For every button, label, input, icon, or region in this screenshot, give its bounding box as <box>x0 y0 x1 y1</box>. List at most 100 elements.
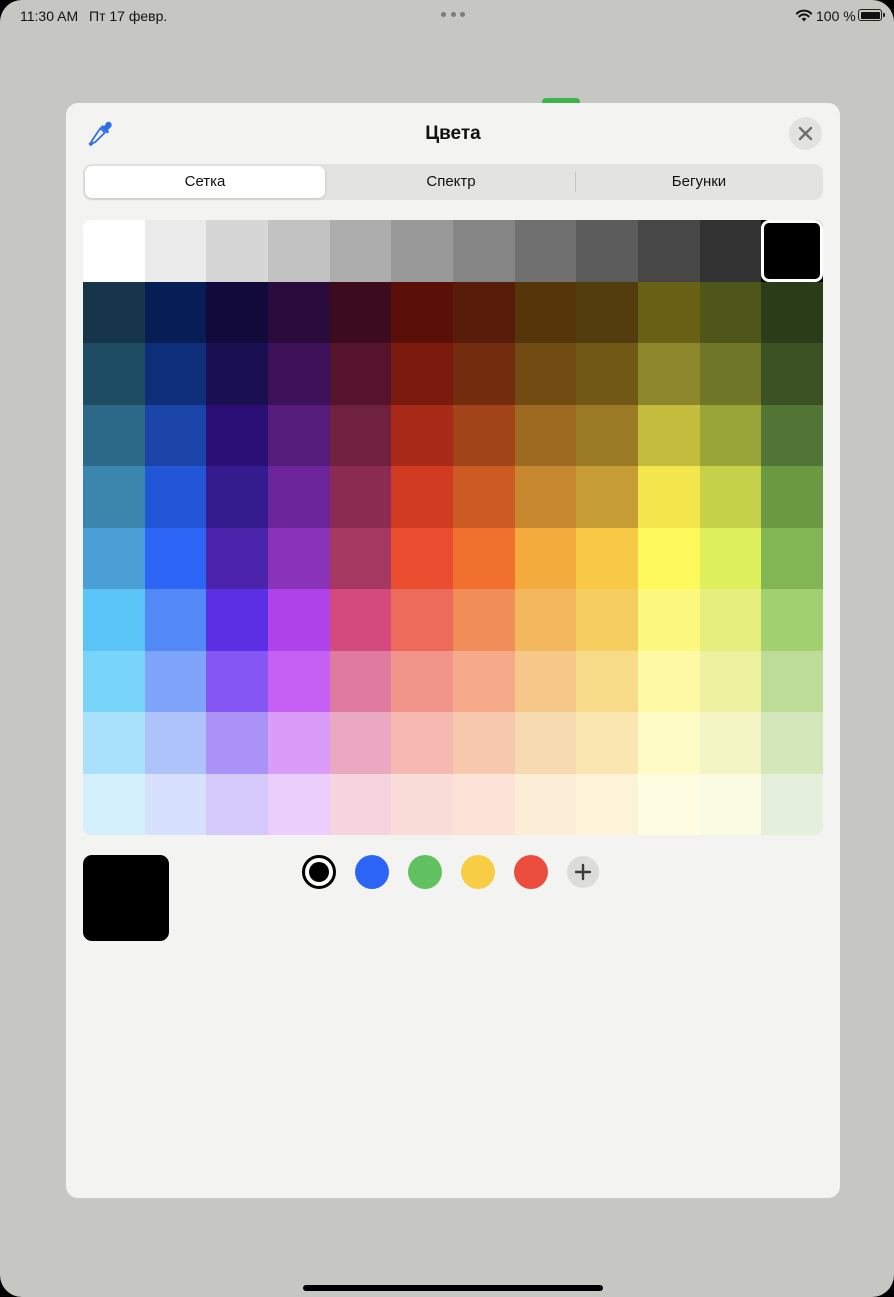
color-cell[interactable] <box>699 220 762 283</box>
add-favorite-button[interactable] <box>567 856 599 888</box>
tab-spectrum[interactable]: Спектр <box>329 166 573 198</box>
color-cell[interactable] <box>638 404 701 467</box>
color-cell[interactable] <box>699 650 762 713</box>
color-cell[interactable] <box>144 343 207 406</box>
color-cell[interactable] <box>453 220 516 283</box>
color-cell[interactable] <box>268 712 331 775</box>
color-cell[interactable] <box>453 527 516 590</box>
color-cell[interactable] <box>329 712 392 775</box>
color-cell[interactable] <box>761 650 823 713</box>
color-cell[interactable] <box>453 712 516 775</box>
color-cell[interactable] <box>268 589 331 652</box>
color-cell[interactable] <box>391 712 454 775</box>
color-cell[interactable] <box>699 712 762 775</box>
color-cell[interactable] <box>206 773 269 835</box>
color-cell[interactable] <box>576 343 639 406</box>
color-cell[interactable] <box>391 281 454 344</box>
color-cell[interactable] <box>453 281 516 344</box>
color-cell[interactable] <box>83 773 146 835</box>
color-cell[interactable] <box>699 343 762 406</box>
color-cell[interactable] <box>638 773 701 835</box>
color-cell[interactable] <box>761 281 823 344</box>
color-cell[interactable] <box>514 773 577 835</box>
color-cell[interactable] <box>268 466 331 529</box>
color-cell[interactable] <box>514 712 577 775</box>
color-cell[interactable] <box>576 220 639 283</box>
color-cell[interactable] <box>576 650 639 713</box>
tab-sliders[interactable]: Бегунки <box>577 166 821 198</box>
tab-grid[interactable]: Сетка <box>85 166 325 198</box>
color-cell[interactable] <box>206 712 269 775</box>
color-cell[interactable] <box>83 466 146 529</box>
color-cell[interactable] <box>206 589 269 652</box>
color-cell[interactable] <box>206 527 269 590</box>
color-cell[interactable] <box>83 589 146 652</box>
color-cell[interactable] <box>268 527 331 590</box>
color-cell[interactable] <box>391 527 454 590</box>
color-cell[interactable] <box>83 343 146 406</box>
color-cell[interactable] <box>514 589 577 652</box>
color-cell[interactable] <box>638 466 701 529</box>
color-cell[interactable] <box>576 773 639 835</box>
color-cell[interactable] <box>638 589 701 652</box>
color-cell[interactable] <box>699 773 762 835</box>
color-cell[interactable] <box>83 404 146 467</box>
color-cell[interactable] <box>699 527 762 590</box>
color-cell[interactable] <box>638 281 701 344</box>
color-cell[interactable] <box>329 589 392 652</box>
color-cell[interactable] <box>391 650 454 713</box>
color-cell[interactable] <box>83 281 146 344</box>
color-cell[interactable] <box>453 773 516 835</box>
color-cell[interactable] <box>699 466 762 529</box>
color-cell[interactable] <box>514 343 577 406</box>
color-cell[interactable] <box>329 404 392 467</box>
color-cell[interactable] <box>638 712 701 775</box>
color-cell[interactable] <box>576 281 639 344</box>
color-cell[interactable] <box>514 220 577 283</box>
color-cell[interactable] <box>514 404 577 467</box>
color-cell[interactable] <box>144 404 207 467</box>
color-cell[interactable] <box>514 527 577 590</box>
color-cell[interactable] <box>699 281 762 344</box>
color-cell[interactable] <box>576 589 639 652</box>
color-cell[interactable] <box>206 281 269 344</box>
favorite-color[interactable] <box>408 855 442 889</box>
color-cell[interactable] <box>83 650 146 713</box>
color-cell[interactable] <box>144 220 207 283</box>
color-cell[interactable] <box>83 527 146 590</box>
color-cell[interactable] <box>638 527 701 590</box>
color-cell[interactable] <box>144 773 207 835</box>
color-cell[interactable] <box>391 589 454 652</box>
color-cell[interactable] <box>144 650 207 713</box>
favorite-color[interactable] <box>514 855 548 889</box>
favorite-color[interactable] <box>355 855 389 889</box>
color-cell[interactable] <box>206 343 269 406</box>
color-cell[interactable] <box>83 220 146 283</box>
color-cell[interactable] <box>761 404 823 467</box>
color-cell[interactable] <box>206 404 269 467</box>
color-cell[interactable] <box>268 343 331 406</box>
color-cell[interactable] <box>453 589 516 652</box>
color-cell[interactable] <box>453 404 516 467</box>
favorite-color[interactable] <box>302 855 336 889</box>
color-cell[interactable] <box>391 343 454 406</box>
color-cell[interactable] <box>761 712 823 775</box>
color-cell[interactable] <box>638 220 701 283</box>
color-cell[interactable] <box>329 773 392 835</box>
color-cell[interactable] <box>268 404 331 467</box>
color-cell[interactable] <box>761 589 823 652</box>
color-cell[interactable] <box>268 220 331 283</box>
color-cell[interactable] <box>144 712 207 775</box>
color-cell[interactable] <box>83 712 146 775</box>
color-cell[interactable] <box>761 343 823 406</box>
color-cell[interactable] <box>268 650 331 713</box>
color-cell[interactable] <box>329 527 392 590</box>
color-cell[interactable] <box>453 466 516 529</box>
color-cell[interactable] <box>761 466 823 529</box>
multitasking-dots-icon[interactable] <box>441 12 465 18</box>
color-cell[interactable] <box>761 773 823 835</box>
color-cell[interactable] <box>514 466 577 529</box>
color-cell[interactable] <box>638 650 701 713</box>
color-cell[interactable] <box>329 466 392 529</box>
color-cell[interactable] <box>576 404 639 467</box>
